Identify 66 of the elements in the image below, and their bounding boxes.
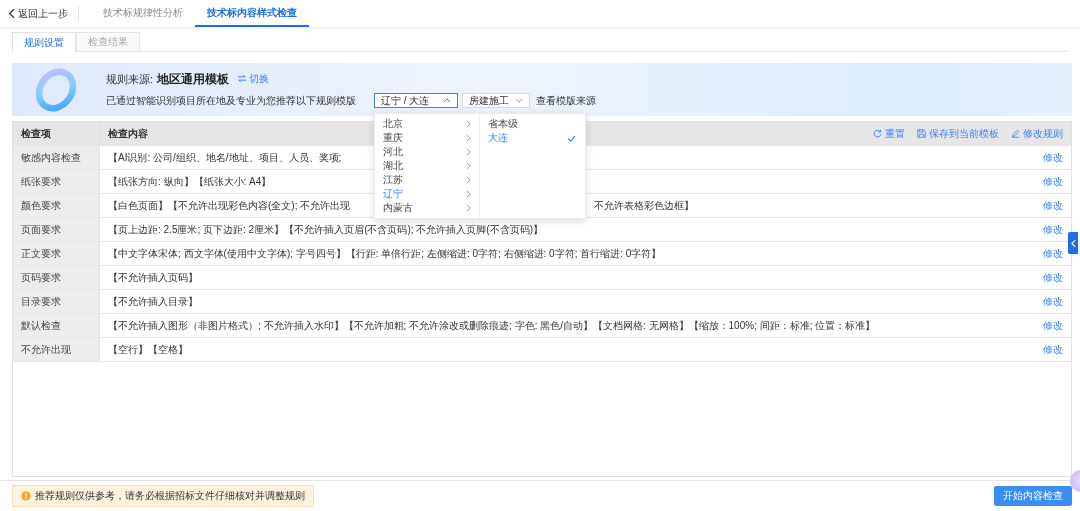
table-cell: 目录要求 [13,290,99,313]
nav-tab[interactable]: 技术标规律性分析 [91,0,195,27]
table-cell: 颜色要求 [13,194,99,217]
chevron-left-icon [8,8,15,19]
column-header: 检查内容 [108,126,148,141]
edit-rules-link[interactable]: 修改规则 [1011,126,1063,141]
template-source-link[interactable]: 查看模版来源 [536,93,596,108]
sub-tab[interactable]: 规则设置 [12,32,76,52]
province-option[interactable]: 内蒙古 [375,201,479,215]
collapse-tab[interactable] [1068,232,1078,254]
save-template-link[interactable]: 保存到当前模板 [917,126,999,141]
save-icon [917,129,926,138]
table-cell-text: 【白色页面】【不允许出现彩色内容(全文); 不允许出现 [108,198,352,213]
table-cell: 【不允许插入页码】 [108,270,198,285]
edit-link[interactable]: 修改 [1043,150,1063,165]
source-name: 地区通用模板 [157,71,230,88]
table-cell: 【空行】【空格】 [108,342,188,357]
hint-text: 已通过智能识别项目所在地及专业为您推荐以下规则模版 [106,93,356,108]
type-select[interactable]: 房建施工 [462,93,530,108]
province-option[interactable]: 河北 [375,145,479,159]
table-cell: 不允许出现 [13,338,99,361]
edit-link[interactable]: 修改 [1043,318,1063,333]
switch-link[interactable]: 切换 [237,71,270,86]
edit-link[interactable]: 修改 [1043,198,1063,213]
table-cell: 页面要求 [13,218,99,241]
table-cell: 默认检查 [13,314,99,337]
edit-link[interactable]: 修改 [1043,246,1063,261]
province-option[interactable]: 北京 [375,117,479,131]
start-check-button[interactable]: 开始内容检查 [994,486,1072,506]
province-option[interactable]: 江苏 [375,173,479,187]
edit-link[interactable]: 修改 [1043,342,1063,357]
check-icon [567,134,576,142]
table-cell: 敏感内容检查 [13,146,99,169]
table-cell: 【不允许插入图形（非图片格式）; 不允许插入水印】【不允许加粗; 不允许涂改或删除痕迹; 字色: 黑色/自动】【文档网格: 无网格】【缩放：100%; 间距：标准; 位置：标准】 [108,318,876,333]
table-cell: 【页上边距: 2.5厘米; 页下边距: 2厘米】【不允许插入页眉(不含页码); 不允许插入页脚(不含页码)】 [108,222,543,237]
table-cell: 【中文字体宋体; 西文字体(使用中文字体); 字号四号】【行距: 单倍行距; 左侧缩进: 0字符; 右侧缩进: 0字符; 首行缩进: 0字符】 [108,246,662,261]
table-cell: 【纸张方向: 纵向】【纸张大小: A4】 [108,174,272,189]
table-cell: 正文要求 [13,242,99,265]
table-cell: 【AI识别: 公司/组织、地名/地址、项目、人员、奖项; [108,150,342,165]
province-option[interactable]: 重庆 [375,131,479,145]
reset-link[interactable]: 重置 [873,126,905,141]
back-link[interactable]: 返回上一步 [8,0,78,27]
chevron-left-icon [1070,238,1076,248]
province-option[interactable]: 辽宁 [375,187,479,201]
edit-link[interactable]: 修改 [1043,294,1063,309]
pencil-icon [1011,129,1020,138]
warning-icon [21,491,31,501]
city-option[interactable]: 大连 [480,131,584,145]
region-select[interactable]: 辽宁 / 大连 [374,93,458,108]
sub-tab[interactable]: 检查结果 [76,32,140,51]
swap-icon [237,74,248,83]
edit-link[interactable]: 修改 [1043,174,1063,189]
edit-link[interactable]: 修改 [1043,222,1063,237]
table-cell: 不允许表格彩色边框】 [594,198,694,213]
refresh-icon [873,129,882,138]
nav-tab[interactable]: 技术标内容样式检查 [195,0,309,27]
table-cell: 【不允许插入目录】 [108,294,198,309]
edit-link[interactable]: 修改 [1043,270,1063,285]
city-option[interactable]: 省本级 [480,117,584,131]
caret-icon [515,98,523,103]
notice-text: 推荐规则仅供参考，请务必根据招标文件仔细核对并调整规则 [35,489,305,503]
source-label: 规则来源: [106,72,154,87]
province-option[interactable]: 湖北 [375,159,479,173]
table-cell: 页码要求 [13,266,99,289]
caret-icon [443,98,451,103]
table-cell: 纸张要求 [13,170,99,193]
